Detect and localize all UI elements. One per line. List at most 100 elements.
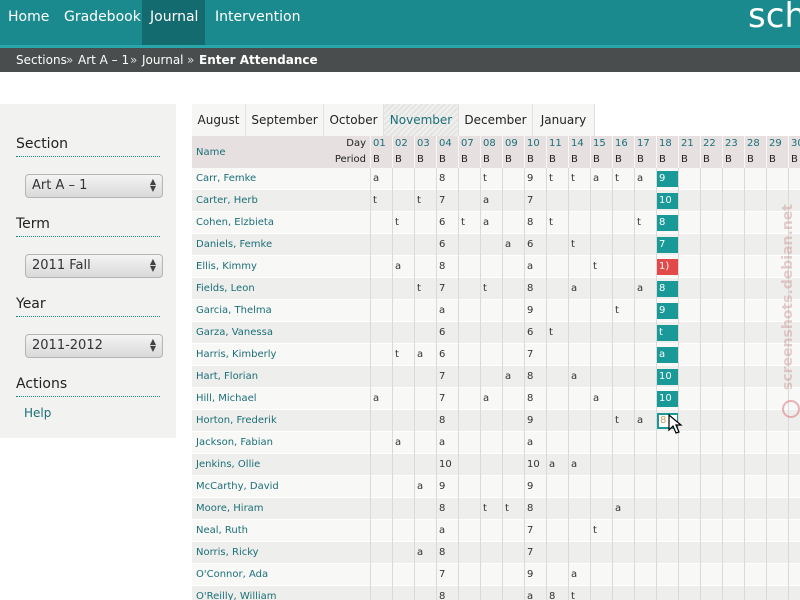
- attendance-mark[interactable]: t: [505, 503, 509, 514]
- tab-january[interactable]: January: [533, 104, 595, 136]
- attendance-mark[interactable]: t: [637, 217, 641, 228]
- student-name-link[interactable]: Hart, Florian: [196, 371, 258, 382]
- attendance-mark[interactable]: a: [483, 195, 489, 206]
- attendance-mark[interactable]: t: [571, 173, 575, 184]
- attendance-entry-input[interactable]: 9: [657, 171, 679, 187]
- attendance-mark[interactable]: a: [439, 525, 445, 536]
- attendance-mark[interactable]: a: [395, 437, 401, 448]
- attendance-mark[interactable]: a: [439, 437, 445, 448]
- attendance-mark[interactable]: 8: [439, 173, 445, 184]
- year-select[interactable]: 2011-2012 ▲ ▼: [25, 334, 163, 358]
- crumb-journal[interactable]: Journal: [142, 53, 184, 67]
- tab-december[interactable]: December: [459, 104, 533, 136]
- term-select[interactable]: 2011 Fall ▲ ▼: [25, 254, 163, 278]
- attendance-mark[interactable]: a: [571, 283, 577, 294]
- attendance-mark[interactable]: 6: [439, 217, 445, 228]
- brand-logo[interactable]: sch: [748, 0, 800, 36]
- attendance-entry-input[interactable]: 8: [657, 281, 679, 297]
- attendance-mark[interactable]: 7: [439, 393, 445, 404]
- attendance-mark[interactable]: t: [593, 261, 597, 272]
- student-name-link[interactable]: Carter, Herb: [196, 195, 258, 206]
- attendance-mark[interactable]: 9: [527, 173, 533, 184]
- attendance-mark[interactable]: 6: [439, 239, 445, 250]
- attendance-mark[interactable]: t: [483, 503, 487, 514]
- attendance-mark[interactable]: 7: [527, 195, 533, 206]
- attendance-mark[interactable]: a: [373, 173, 379, 184]
- student-name-link[interactable]: Carr, Femke: [196, 173, 256, 184]
- attendance-mark[interactable]: a: [527, 591, 533, 600]
- attendance-mark[interactable]: a: [571, 569, 577, 580]
- attendance-entry-input[interactable]: t: [657, 325, 679, 341]
- attendance-mark[interactable]: 9: [527, 569, 533, 580]
- attendance-mark[interactable]: t: [483, 283, 487, 294]
- attendance-entry-input[interactable]: 9: [657, 303, 679, 319]
- attendance-mark[interactable]: 6: [527, 239, 533, 250]
- student-name-link[interactable]: Moore, Hiram: [196, 503, 264, 514]
- crumb-section[interactable]: Art A – 1: [78, 53, 129, 67]
- attendance-entry-input[interactable]: 8: [657, 215, 679, 231]
- attendance-mark[interactable]: t: [549, 217, 553, 228]
- attendance-mark[interactable]: a: [637, 415, 643, 426]
- attendance-mark[interactable]: 8: [527, 393, 533, 404]
- attendance-mark[interactable]: 8: [439, 261, 445, 272]
- help-link[interactable]: Help: [24, 406, 51, 420]
- attendance-mark[interactable]: a: [439, 305, 445, 316]
- nav-home[interactable]: Home: [0, 0, 57, 45]
- attendance-mark[interactable]: t: [417, 283, 421, 294]
- attendance-mark[interactable]: a: [505, 371, 511, 382]
- attendance-mark[interactable]: 7: [527, 525, 533, 536]
- attendance-mark[interactable]: a: [483, 393, 489, 404]
- attendance-mark[interactable]: 6: [527, 327, 533, 338]
- student-name-link[interactable]: Harris, Kimberly: [196, 349, 276, 360]
- attendance-mark[interactable]: 9: [439, 481, 445, 492]
- attendance-mark[interactable]: 8: [527, 283, 533, 294]
- student-name-link[interactable]: Hill, Michael: [196, 393, 257, 404]
- student-name-link[interactable]: O'Connor, Ada: [196, 569, 268, 580]
- attendance-mark[interactable]: 8: [527, 371, 533, 382]
- attendance-mark[interactable]: 7: [527, 349, 533, 360]
- attendance-entry-input[interactable]: a: [657, 347, 679, 363]
- attendance-mark[interactable]: 8: [439, 503, 445, 514]
- attendance-mark[interactable]: 10: [527, 459, 540, 470]
- attendance-mark[interactable]: 7: [439, 195, 445, 206]
- attendance-mark[interactable]: t: [417, 195, 421, 206]
- attendance-mark[interactable]: a: [615, 503, 621, 514]
- attendance-mark[interactable]: a: [571, 459, 577, 470]
- student-name-link[interactable]: Jackson, Fabian: [196, 437, 273, 448]
- attendance-mark[interactable]: a: [549, 459, 555, 470]
- attendance-mark[interactable]: a: [483, 217, 489, 228]
- attendance-mark[interactable]: a: [593, 393, 599, 404]
- attendance-mark[interactable]: a: [527, 437, 533, 448]
- student-name-link[interactable]: Jenkins, Ollie: [196, 459, 260, 470]
- attendance-mark[interactable]: 8: [549, 591, 555, 600]
- attendance-mark[interactable]: a: [571, 371, 577, 382]
- attendance-mark[interactable]: 8: [527, 217, 533, 228]
- attendance-mark[interactable]: t: [461, 217, 465, 228]
- attendance-mark[interactable]: a: [637, 283, 643, 294]
- student-name-link[interactable]: Neal, Ruth: [196, 525, 248, 536]
- attendance-mark[interactable]: 7: [439, 283, 445, 294]
- attendance-mark[interactable]: a: [593, 173, 599, 184]
- student-name-link[interactable]: McCarthy, David: [196, 481, 279, 492]
- section-select[interactable]: Art A – 1 ▲ ▼: [25, 174, 163, 198]
- attendance-mark[interactable]: t: [571, 239, 575, 250]
- attendance-mark[interactable]: t: [615, 305, 619, 316]
- attendance-entry-input[interactable]: 10: [657, 193, 679, 209]
- tab-september[interactable]: September: [246, 104, 324, 136]
- attendance-mark[interactable]: 9: [527, 481, 533, 492]
- attendance-mark[interactable]: 7: [439, 371, 445, 382]
- attendance-mark[interactable]: t: [593, 525, 597, 536]
- attendance-mark[interactable]: 9: [527, 305, 533, 316]
- attendance-mark[interactable]: 6: [439, 349, 445, 360]
- tab-october[interactable]: October: [324, 104, 384, 136]
- attendance-mark[interactable]: a: [505, 239, 511, 250]
- attendance-mark[interactable]: 8: [439, 547, 445, 558]
- attendance-mark[interactable]: t: [483, 173, 487, 184]
- attendance-mark[interactable]: t: [615, 415, 619, 426]
- student-name-link[interactable]: O'Reilly, William: [196, 591, 277, 600]
- student-name-link[interactable]: Ellis, Kimmy: [196, 261, 257, 272]
- attendance-mark[interactable]: 8: [439, 591, 445, 600]
- nav-gradebook[interactable]: Gradebook: [56, 0, 149, 45]
- attendance-mark[interactable]: a: [637, 173, 643, 184]
- attendance-mark[interactable]: a: [373, 393, 379, 404]
